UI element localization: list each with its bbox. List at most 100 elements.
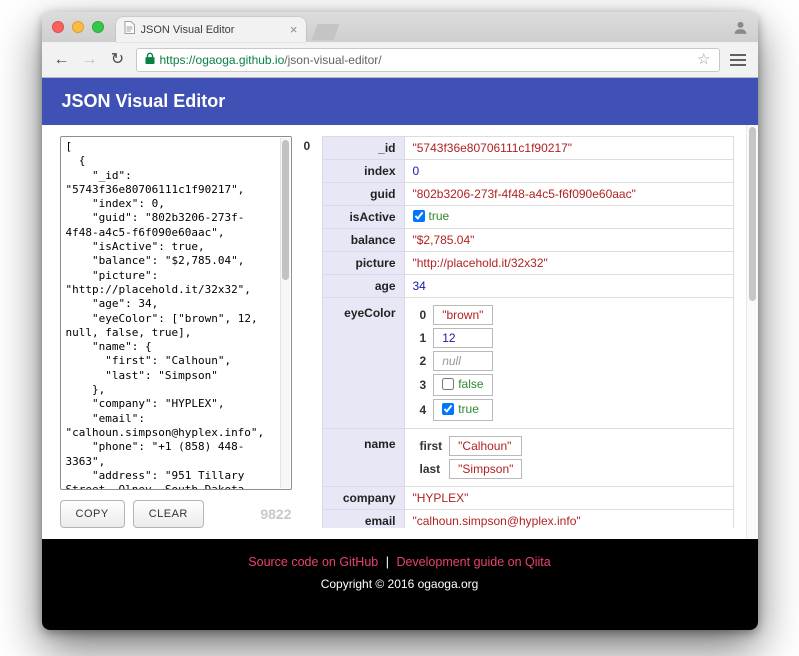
nested-value[interactable]: "Calhoun" <box>449 436 523 456</box>
table-row: company "HYPLEX" <box>321 486 734 510</box>
nested-index: 2 <box>419 354 427 368</box>
nested-array-table: 0 "brown" 1 12 2 null 3 false 4 true <box>413 302 497 424</box>
row-value[interactable]: "calhoun.simpson@hyplex.info" <box>403 509 734 528</box>
menu-icon[interactable] <box>728 52 748 68</box>
browser-toolbar: ← → ↻ https://ogaoga.github.io/json-visu… <box>41 42 758 78</box>
nested-value[interactable]: true <box>433 399 494 421</box>
nested-index: 3 <box>419 378 427 392</box>
row-key: eyeColor <box>321 297 405 429</box>
tab-title: JSON Visual Editor <box>140 23 235 36</box>
nested-row: 1 12 <box>416 328 494 348</box>
tab-close-icon[interactable]: × <box>290 23 298 36</box>
row-key: company <box>321 486 405 510</box>
row-value: first "Calhoun" last "Simpson" <box>403 428 734 487</box>
row-value: 0 "brown" 1 12 2 null 3 false 4 true <box>403 297 734 429</box>
row-key: guid <box>321 182 405 206</box>
minimize-window-button[interactable] <box>71 21 84 33</box>
forward-icon[interactable]: → <box>80 51 100 68</box>
row-key: _id <box>321 136 405 160</box>
copyright-text: Copyright © 2016 ogaoga.org <box>320 577 479 591</box>
qiita-link[interactable]: Development guide on Qiita <box>396 555 550 569</box>
row-value[interactable]: 0 <box>403 159 734 183</box>
nested-index: 1 <box>419 331 427 345</box>
nested-key: first <box>419 439 443 453</box>
row-key: name <box>321 428 405 487</box>
page-title: JSON Visual Editor <box>41 78 758 125</box>
main-content: [ { "_id": "5743f36e80706111c1f90217", "… <box>41 125 758 539</box>
row-key: isActive <box>321 205 405 229</box>
reload-icon[interactable]: ↻ <box>108 51 128 68</box>
row-value[interactable]: 34 <box>403 274 734 298</box>
json-text-input[interactable]: [ { "_id": "5743f36e80706111c1f90217", "… <box>60 137 291 489</box>
editor-actions: COPY CLEAR 9822 <box>59 500 292 528</box>
nested-row: 3 false <box>416 374 494 396</box>
row-key: email <box>321 509 405 528</box>
lock-icon <box>144 52 155 68</box>
array-index: 0 <box>303 139 311 153</box>
table-row: _id "5743f36e80706111c1f90217" <box>321 136 734 160</box>
nested-value[interactable]: 12 <box>433 328 494 348</box>
footer-links: Source code on GitHub | Development guid… <box>42 555 758 569</box>
page-scrollbar-thumb[interactable] <box>748 127 756 301</box>
footer-separator: | <box>385 555 389 569</box>
table-row: age 34 <box>321 274 734 298</box>
nested-key: last <box>419 462 441 476</box>
row-value[interactable]: "5743f36e80706111c1f90217" <box>403 136 734 160</box>
nested-row: 0 "brown" <box>416 305 494 325</box>
browser-tab[interactable]: JSON Visual Editor × <box>115 17 306 42</box>
url-text: https://ogaoga.github.io/json-visual-edi… <box>160 53 693 67</box>
table-row: balance "$2,785.04" <box>321 228 734 252</box>
table-row: email "calhoun.simpson@hyplex.info" <box>321 509 734 528</box>
url-origin: https://ogaoga.github.io <box>159 52 285 67</box>
nested-value[interactable]: false <box>433 374 494 396</box>
textarea-scrollbar-thumb[interactable] <box>281 140 289 280</box>
new-tab-button[interactable] <box>312 24 340 40</box>
isActive-checkbox[interactable] <box>412 210 425 222</box>
row-key: picture <box>321 251 405 275</box>
nested-row: 4 true <box>416 399 494 421</box>
table-row: guid "802b3206-273f-4f48-a4c5-f6f090e60a… <box>321 182 734 206</box>
page-footer: Source code on GitHub | Development guid… <box>41 539 758 630</box>
page-scrollbar[interactable] <box>745 125 758 539</box>
favicon-icon <box>124 20 135 39</box>
row-value[interactable]: "HYPLEX" <box>403 486 734 510</box>
table-row-name: name first "Calhoun" last "Simpson" <box>321 428 734 487</box>
zoom-window-button[interactable] <box>91 21 104 33</box>
row-value[interactable]: "http://placehold.it/32x32" <box>403 251 734 275</box>
nested-value[interactable]: null <box>433 351 494 371</box>
nested-row: 2 null <box>416 351 494 371</box>
json-text-panel: [ { "_id": "5743f36e80706111c1f90217", "… <box>59 136 292 528</box>
close-window-button[interactable] <box>51 21 64 33</box>
nested-value[interactable]: "brown" <box>433 305 494 325</box>
row-key: index <box>321 159 405 183</box>
table-row-eyecolor: eyeColor 0 "brown" 1 12 2 null 3 false 4… <box>321 297 734 429</box>
nested-index: 4 <box>419 403 427 417</box>
github-link[interactable]: Source code on GitHub <box>248 555 378 569</box>
browser-window: JSON Visual Editor × ← → ↻ https://ogaog… <box>41 12 758 630</box>
nested-value[interactable]: "Simpson" <box>449 459 523 479</box>
clear-button[interactable]: CLEAR <box>132 500 204 528</box>
row-value[interactable]: "$2,785.04" <box>403 228 734 252</box>
back-icon[interactable]: ← <box>52 51 72 68</box>
nested-object-table: first "Calhoun" last "Simpson" <box>413 433 526 482</box>
char-count: 9822 <box>260 506 292 522</box>
textarea-scrollbar[interactable] <box>279 138 290 488</box>
profile-icon[interactable] <box>733 20 748 35</box>
row-value[interactable]: "802b3206-273f-4f48-a4c5-f6f090e60aac" <box>403 182 734 206</box>
copy-button[interactable]: COPY <box>59 500 125 528</box>
visual-editor-panel: 0 _id "5743f36e80706111c1f90217" index 0… <box>304 136 734 528</box>
row-key: age <box>321 274 405 298</box>
eyecolor-3-checkbox[interactable] <box>442 378 455 390</box>
nested-row: first "Calhoun" <box>416 436 523 456</box>
table-row: picture "http://placehold.it/32x32" <box>321 251 734 275</box>
table-row: index 0 <box>321 159 734 183</box>
json-input-wrap: [ { "_id": "5743f36e80706111c1f90217", "… <box>59 136 292 490</box>
row-value[interactable]: true <box>403 205 734 229</box>
window-controls <box>51 21 104 33</box>
table-row: isActive true <box>321 205 734 229</box>
eyecolor-4-checkbox[interactable] <box>442 403 455 415</box>
row-key: balance <box>321 228 405 252</box>
bookmark-star-icon[interactable]: ☆ <box>697 52 710 67</box>
json-table: _id "5743f36e80706111c1f90217" index 0 g… <box>321 136 734 528</box>
address-bar[interactable]: https://ogaoga.github.io/json-visual-edi… <box>135 47 720 72</box>
